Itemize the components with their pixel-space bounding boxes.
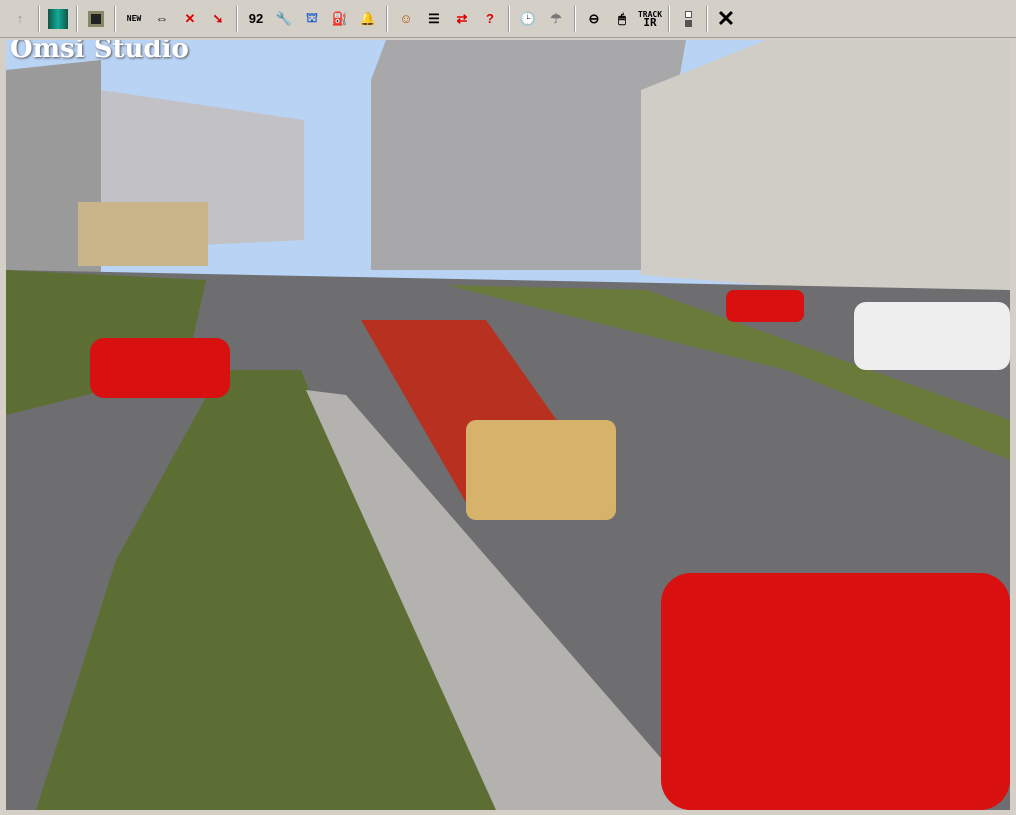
pc-swap-icon[interactable]: ⇄ [448, 5, 476, 33]
separator [76, 5, 78, 32]
separator [574, 5, 576, 32]
separator [386, 5, 388, 32]
separator [706, 5, 708, 32]
timetable-icon[interactable]: 92 [242, 5, 270, 33]
map-icon[interactable] [44, 5, 72, 33]
steering-wheel-icon[interactable]: ⊖ [580, 5, 608, 33]
separator [668, 5, 670, 32]
parking-garage [641, 40, 1010, 305]
red-car-front [661, 573, 1010, 810]
depot-icon[interactable]: ⛫ [298, 5, 326, 33]
up-arrow-icon[interactable]: ↑ [6, 5, 34, 33]
building-center [371, 40, 686, 270]
app-title: Omsi Studio [10, 40, 189, 64]
red-car-left [90, 338, 230, 398]
mouse-icon[interactable]: 🖱 [608, 5, 636, 33]
track-ir-sub-label: IR [643, 15, 657, 29]
track-ir-button[interactable]: TRACK IR [636, 5, 664, 33]
swap-bus-icon[interactable]: ⇔ [148, 5, 176, 33]
separator [236, 5, 238, 32]
scene [6, 40, 1010, 810]
new-label: NEW [126, 13, 142, 23]
new-bus-icon[interactable]: NEW [120, 5, 148, 33]
white-van [854, 302, 1010, 370]
bell-icon[interactable]: 🔔 [354, 5, 382, 33]
wrench-icon[interactable]: 🔧 [270, 5, 298, 33]
list-icon[interactable]: ☰ [420, 5, 448, 33]
clock-icon[interactable]: 🕒 [514, 5, 542, 33]
driver-icon[interactable]: ☺ [392, 5, 420, 33]
toolbar: ↑ NEW ⇔ ✕ ➘ 92 🔧 ⛫ ⛽ 🔔 ☺ ☰ ⇄ ? 🕒 ☂ ⊖ 🖱 T… [0, 0, 1016, 38]
delete-bus-icon[interactable]: ✕ [176, 5, 204, 33]
close-icon[interactable]: ✕ [712, 5, 740, 33]
yellow-car [466, 420, 616, 520]
building-tan [78, 202, 208, 266]
weather-icon[interactable]: ☂ [542, 5, 570, 33]
checkbox-group[interactable] [674, 5, 702, 33]
separator [38, 5, 40, 32]
separator [508, 5, 510, 32]
save-icon[interactable] [82, 5, 110, 33]
3d-viewport[interactable]: Omsi Studio [6, 40, 1010, 810]
fuel-icon[interactable]: ⛽ [326, 5, 354, 33]
help-icon[interactable]: ? [476, 5, 504, 33]
red-car-right [726, 290, 804, 322]
place-pin-icon[interactable]: ➘ [204, 5, 232, 33]
separator [114, 5, 116, 32]
